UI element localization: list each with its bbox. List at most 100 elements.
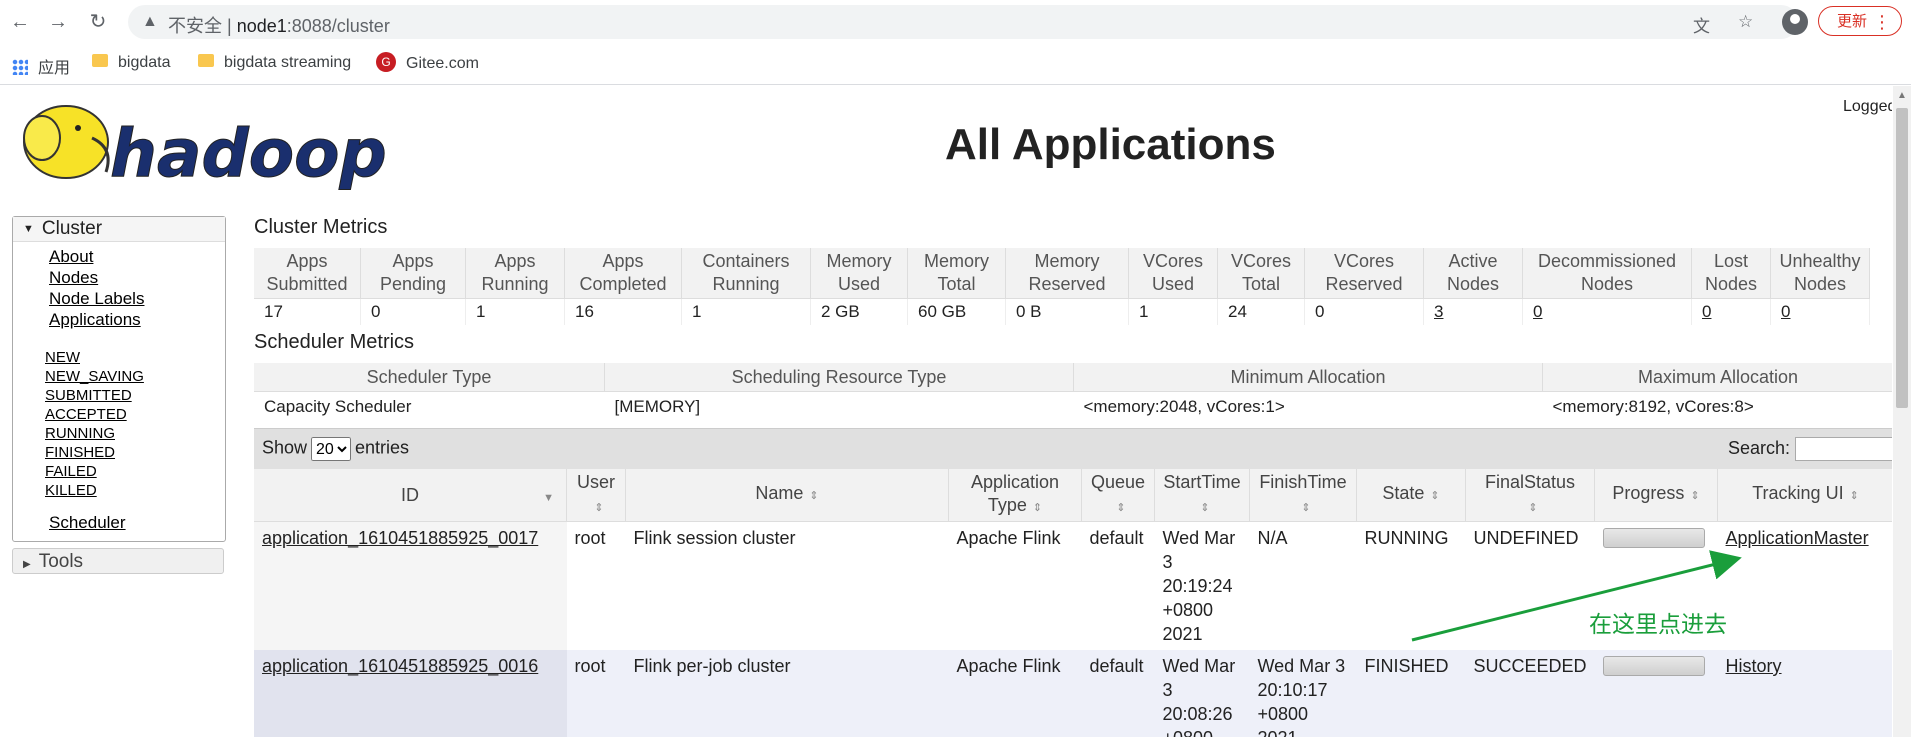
bookmark-apps[interactable]: 应用 (12, 54, 70, 78)
app-start-time: Wed Mar 3 20:19:24 +0800 2021 (1154, 521, 1250, 650)
column-header-tracking-ui[interactable]: Tracking UI ⇕ (1717, 469, 1892, 522)
column-header-progress[interactable]: Progress ⇕ (1594, 469, 1719, 522)
sort-icon: ⇕ (1301, 501, 1311, 514)
caret-right-icon: ▶ (23, 559, 31, 570)
cluster-metrics-title: Cluster Metrics (254, 216, 388, 238)
sort-icon: ⇕ (809, 490, 819, 502)
tracking-ui-link[interactable]: ApplicationMaster (1726, 528, 1869, 548)
metric-decommissioned-nodes-link[interactable]: 0 (1533, 302, 1542, 321)
app-state-new-saving[interactable]: NEW_SAVING (45, 368, 144, 385)
sort-icon: ⇕ (1116, 501, 1126, 514)
metric-header: Decommissioned Nodes (1522, 248, 1692, 299)
star-icon[interactable]: ☆ (1738, 12, 1753, 32)
address-bar[interactable]: ▲ 不安全 | node1:8088/cluster 文 ☆ (128, 5, 1798, 39)
metric-header: Apps Running (465, 248, 565, 299)
app-state-new[interactable]: NEW (45, 349, 80, 366)
progress-bar (1602, 656, 1705, 676)
column-header-final-status[interactable]: FinalStatus ⇕ (1465, 469, 1596, 522)
app-state-running[interactable]: RUNNING (45, 425, 115, 442)
update-button[interactable]: 更新 ⋮ (1818, 6, 1902, 36)
sidebar: ▼ Cluster About Nodes Node Labels Applica… (12, 216, 226, 574)
sidebar-link-about[interactable]: About (49, 247, 93, 266)
tracking-ui-link[interactable]: History (1726, 656, 1782, 676)
tools-header[interactable]: ▶ Tools (12, 548, 224, 574)
app-final-status: UNDEFINED (1465, 521, 1595, 650)
metric-memory-total: 60 GB (907, 298, 1006, 325)
app-state-failed[interactable]: FAILED (45, 463, 97, 480)
app-id-link[interactable]: application_1610451885925_0017 (262, 528, 538, 548)
scheduler-header: Maximum Allocation (1542, 363, 1892, 392)
metric-header: Active Nodes (1423, 248, 1523, 299)
page-title: All Applications (945, 120, 1276, 169)
menu-dots-icon[interactable]: ⋮ (1873, 7, 1891, 37)
metric-header: VCores Reserved (1304, 248, 1424, 299)
entries-select[interactable]: 20 (311, 437, 352, 461)
column-header-queue[interactable]: Queue ⇕ (1081, 469, 1155, 522)
table-controls: Show 20 entries Search: (254, 428, 1892, 470)
translate-icon[interactable]: 文 (1693, 12, 1710, 37)
sidebar-link-nodes[interactable]: Nodes (49, 268, 98, 287)
bookmark-bigdata-streaming[interactable]: bigdata streaming (198, 54, 351, 72)
app-state-finished[interactable]: FINISHED (45, 444, 115, 461)
metric-header: VCores Used (1128, 248, 1218, 299)
column-header-start[interactable]: StartTime ⇕ (1154, 469, 1250, 522)
sidebar-link-node-labels[interactable]: Node Labels (49, 289, 144, 308)
forward-icon[interactable]: → (46, 10, 70, 34)
app-state: FINISHED (1356, 650, 1466, 737)
column-header-user[interactable]: User ⇕ (566, 469, 626, 522)
sort-icon: ⇕ (1200, 501, 1210, 514)
scheduler-metrics-title: Scheduler Metrics (254, 331, 415, 353)
scrollbar-thumb[interactable] (1896, 108, 1908, 408)
bookmarks-bar: 应用 bigdata bigdata streaming G Gitee.com (0, 44, 1911, 85)
metric-active-nodes-link[interactable]: 3 (1434, 302, 1443, 321)
search-input[interactable] (1795, 437, 1892, 461)
app-name: Flink session cluster (625, 521, 949, 650)
metric-apps-pending: 0 (360, 298, 466, 325)
metric-lost-nodes-link[interactable]: 0 (1702, 302, 1711, 321)
hadoop-logo: hadoop (23, 105, 386, 190)
sidebar-link-scheduler[interactable]: Scheduler (49, 513, 126, 532)
app-type: Apache Flink (948, 521, 1082, 650)
reload-icon[interactable]: ↻ (86, 10, 110, 34)
app-state-killed[interactable]: KILLED (45, 482, 97, 499)
metric-apps-completed: 16 (564, 298, 682, 325)
scheduler-header: Minimum Allocation (1073, 363, 1543, 392)
svg-text:hadoop: hadoop (110, 115, 386, 190)
app-id-link[interactable]: application_1610451885925_0016 (262, 656, 538, 676)
column-header-type[interactable]: Application Type ⇕ (948, 469, 1082, 522)
app-state-submitted[interactable]: SUBMITTED (45, 387, 132, 404)
scroll-up-icon[interactable]: ▲ (1897, 90, 1907, 101)
cluster-header[interactable]: ▼ Cluster (13, 217, 225, 242)
metric-header: Unhealthy Nodes (1770, 248, 1870, 299)
app-queue: default (1081, 650, 1155, 737)
url-text[interactable]: 不安全 | node1:8088/cluster (168, 12, 390, 38)
back-icon[interactable]: ← (8, 10, 32, 34)
metric-header: Apps Completed (564, 248, 682, 299)
bookmark-bigdata[interactable]: bigdata (92, 54, 171, 72)
profile-avatar-icon[interactable] (1782, 9, 1808, 35)
min-allocation-value: <memory:2048, vCores:1> (1073, 391, 1543, 421)
page-scrollbar[interactable]: ▲ (1893, 86, 1911, 737)
sidebar-link-applications[interactable]: Applications (49, 310, 141, 329)
app-state-accepted[interactable]: ACCEPTED (45, 406, 127, 423)
app-state: RUNNING (1356, 521, 1466, 650)
scheduler-type-value: Capacity Scheduler (254, 391, 605, 421)
applications-table: ID ▼ User ⇕ Name ⇕ Application Type ⇕ Queue ⇕… (254, 469, 1892, 737)
bookmark-gitee[interactable]: G Gitee.com (376, 52, 479, 74)
warning-icon: ▲ (142, 13, 158, 30)
column-header-id[interactable]: ID ▼ (254, 469, 567, 522)
sort-icon: ⇕ (1528, 501, 1538, 514)
column-header-finish[interactable]: FinishTime ⇕ (1249, 469, 1357, 522)
sort-icon: ⇕ (1849, 490, 1859, 502)
metric-unhealthy-nodes-link[interactable]: 0 (1781, 302, 1790, 321)
metric-header: VCores Total (1217, 248, 1305, 299)
cluster-box: ▼ Cluster About Nodes Node Labels Applica… (12, 216, 226, 542)
security-label: 不安全 (168, 16, 222, 36)
app-user: root (566, 650, 626, 737)
column-header-state[interactable]: State ⇕ (1356, 469, 1466, 522)
column-header-name[interactable]: Name ⇕ (625, 469, 949, 522)
caret-down-icon: ▼ (23, 223, 34, 235)
entries-label: entries (355, 437, 410, 458)
sort-desc-icon: ▼ (543, 492, 554, 504)
metric-header: Apps Pending (360, 248, 466, 299)
